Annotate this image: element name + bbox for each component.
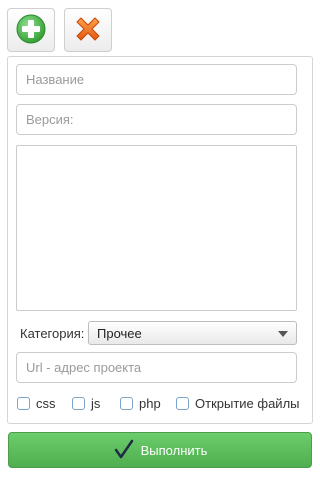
checkbox-box[interactable] bbox=[176, 397, 189, 410]
url-input[interactable] bbox=[16, 352, 297, 383]
submit-button[interactable]: Выполнить bbox=[8, 432, 312, 468]
checkbox-label: css bbox=[36, 396, 56, 411]
checkbox-css[interactable]: css bbox=[17, 396, 56, 411]
checkbox-box[interactable] bbox=[17, 397, 30, 410]
plus-circle-icon bbox=[16, 14, 46, 47]
checkbox-php[interactable]: php bbox=[120, 396, 161, 411]
checkbox-js[interactable]: js bbox=[72, 396, 100, 411]
description-textarea[interactable] bbox=[16, 145, 297, 311]
version-input[interactable] bbox=[16, 104, 297, 135]
category-select[interactable]: Прочее bbox=[88, 321, 297, 345]
checkbox-label: js bbox=[91, 396, 101, 411]
checkbox-label: Открытие файлы bbox=[195, 396, 300, 411]
category-label: Категория: bbox=[20, 326, 85, 341]
submit-label: Выполнить bbox=[140, 442, 208, 458]
dropdown-arrow-icon bbox=[278, 331, 288, 337]
close-x-icon bbox=[73, 14, 103, 47]
name-input[interactable] bbox=[16, 64, 297, 95]
add-button[interactable] bbox=[7, 8, 55, 52]
close-button[interactable] bbox=[64, 8, 112, 52]
checkmark-icon bbox=[113, 439, 135, 461]
checkbox-open-files[interactable]: Открытие файлы bbox=[176, 396, 300, 411]
options-checkbox-group: css js php Открытие файлы bbox=[17, 396, 307, 412]
checkbox-label: php bbox=[139, 396, 161, 411]
category-selected-value: Прочее bbox=[97, 325, 142, 341]
checkbox-box[interactable] bbox=[120, 397, 133, 410]
checkbox-box[interactable] bbox=[72, 397, 85, 410]
project-form-panel: Категория: Прочее css js php Открытие фа… bbox=[7, 56, 313, 424]
